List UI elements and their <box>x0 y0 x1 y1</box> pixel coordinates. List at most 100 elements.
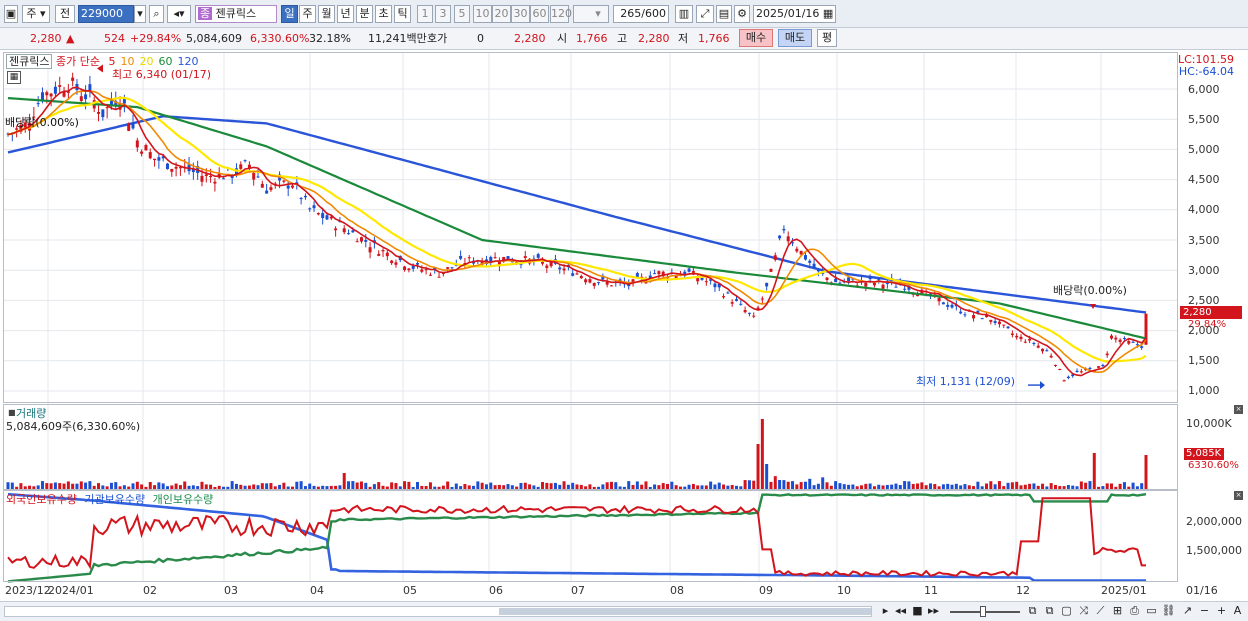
interval-button-5[interactable]: 30 <box>511 5 530 23</box>
interval-button-4[interactable]: 20 <box>492 5 511 23</box>
speaker-icon[interactable]: ◂▾ <box>167 5 191 23</box>
buy-button[interactable]: 매수 <box>739 29 773 47</box>
candle-body <box>411 265 415 269</box>
avg-button[interactable]: 평 <box>817 29 837 47</box>
candle-type-icon[interactable]: ▥ <box>675 5 693 23</box>
zoom-slider-handle[interactable] <box>980 606 986 617</box>
interval-button-0[interactable]: 1 <box>417 5 433 23</box>
rewind-icon[interactable]: ◂◂ <box>893 604 908 619</box>
volume-bar <box>877 484 881 489</box>
volume-bar <box>105 486 109 489</box>
candle-body <box>394 262 398 265</box>
copy-icon[interactable]: ⧉ <box>1025 604 1040 619</box>
volume-bar <box>993 484 997 489</box>
candle-body <box>351 230 355 233</box>
stock-name-field[interactable]: 종 젠큐릭스 <box>195 5 277 23</box>
candle-body <box>299 197 303 200</box>
save-icon[interactable]: ▤ <box>716 5 732 23</box>
volume-bar <box>308 483 312 489</box>
period-tab-2[interactable]: 월 <box>318 5 335 23</box>
volume-bar <box>153 485 157 489</box>
candle-body <box>97 112 101 114</box>
volume-bar <box>571 482 575 489</box>
table-icon[interactable]: ▦ <box>7 71 21 84</box>
volume-bar <box>588 484 592 489</box>
ma120-path <box>7 114 1147 314</box>
change-pct: +29.84% <box>130 32 182 45</box>
ma10-path <box>7 90 1147 374</box>
window-menu-icon[interactable]: ▣ <box>4 5 18 23</box>
grid-icon[interactable]: ⊞ <box>1110 604 1125 619</box>
prev-button[interactable]: 전 <box>55 5 75 23</box>
interval-extra-select[interactable]: ▾ <box>573 5 609 23</box>
volume-bar <box>273 486 277 489</box>
volume-bar <box>459 486 463 489</box>
screen-icon[interactable]: ▢ <box>1059 604 1074 619</box>
font-size-icon[interactable]: A <box>1230 604 1245 619</box>
volume-bar <box>122 485 126 489</box>
candle-body <box>523 256 527 258</box>
sell-button[interactable]: 매도 <box>778 29 812 47</box>
date-field[interactable]: 2025/01/16 ▦ <box>753 5 836 23</box>
calendar-icon[interactable]: ▦ <box>823 7 833 20</box>
link-icon[interactable]: ⛓ <box>1161 604 1176 619</box>
volume-bar <box>243 485 247 489</box>
search-icon[interactable]: ⌕ <box>149 5 164 23</box>
trend-line-icon[interactable]: ⤢ <box>696 5 714 23</box>
period-tab-1[interactable]: 주 <box>299 5 316 23</box>
scroll-right-icon[interactable]: ▸ <box>878 604 893 619</box>
holdings-close-icon[interactable]: × <box>1234 491 1243 500</box>
interval-button-2[interactable]: 5 <box>454 5 470 23</box>
line-icon[interactable]: ⟋ <box>1093 604 1108 619</box>
volume-bar <box>144 486 148 489</box>
period-tab-4[interactable]: 분 <box>356 5 373 23</box>
settings-icon[interactable]: ⚙ <box>734 5 750 23</box>
period-tab-5[interactable]: 초 <box>375 5 392 23</box>
zoom-out-icon[interactable]: − <box>1197 604 1212 619</box>
candle-body <box>213 181 217 184</box>
period-tab-6[interactable]: 틱 <box>394 5 411 23</box>
stop-icon[interactable]: ■ <box>910 604 925 619</box>
volume-bar <box>666 483 670 489</box>
candle-body <box>782 228 786 231</box>
trend-icon[interactable]: ⤨ <box>1076 604 1091 619</box>
period-tab-0[interactable]: 일 <box>281 5 298 23</box>
interval-button-6[interactable]: 60 <box>530 5 549 23</box>
stock-chart[interactable] <box>0 51 1248 601</box>
candle-body <box>321 213 325 219</box>
candle-body <box>53 86 57 94</box>
candle-body <box>903 288 907 290</box>
candle-body <box>105 107 109 109</box>
interval-button-3[interactable]: 10 <box>473 5 492 23</box>
print-icon[interactable]: ⎙ <box>1127 604 1142 619</box>
fast-forward-icon[interactable]: ▸▸ <box>926 604 941 619</box>
zoom-in-icon[interactable]: + <box>1214 604 1229 619</box>
panel-stock-name[interactable]: 젠큐릭스 <box>6 54 53 69</box>
code-input[interactable]: 229000 <box>78 5 134 23</box>
candle-body <box>825 277 829 280</box>
market-type-select[interactable]: 주 ▾ <box>22 5 50 23</box>
volume-bar <box>855 486 859 489</box>
period-tab-3[interactable]: 년 <box>337 5 354 23</box>
candle-body <box>416 263 420 265</box>
interval-button-7[interactable]: 120 <box>550 5 572 23</box>
candle-body <box>1075 370 1079 373</box>
code-dropdown-icon[interactable]: ▾ <box>134 5 146 23</box>
scroll-track[interactable] <box>4 606 872 617</box>
scroll-thumb[interactable] <box>499 608 871 615</box>
x-label-5: 05 <box>403 584 417 597</box>
volume-bar <box>985 483 989 489</box>
copy-icon-2[interactable]: ⧉ <box>1042 604 1057 619</box>
y-tick-10: 1,000 <box>1188 384 1220 397</box>
volume-bar <box>812 485 816 489</box>
volume-bar <box>519 482 523 489</box>
volume-bar <box>467 485 471 489</box>
window-icon[interactable]: ▭ <box>1144 604 1159 619</box>
count-field[interactable]: 265/600 <box>613 5 669 23</box>
volume-close-icon[interactable]: × <box>1234 405 1243 414</box>
candle-body <box>1088 367 1092 370</box>
volume-bar <box>1084 482 1088 489</box>
arrow-icon[interactable]: ↗ <box>1180 604 1195 619</box>
interval-button-1[interactable]: 3 <box>435 5 451 23</box>
low-annotation: 최저 1,131 (12/09) <box>916 375 1016 388</box>
